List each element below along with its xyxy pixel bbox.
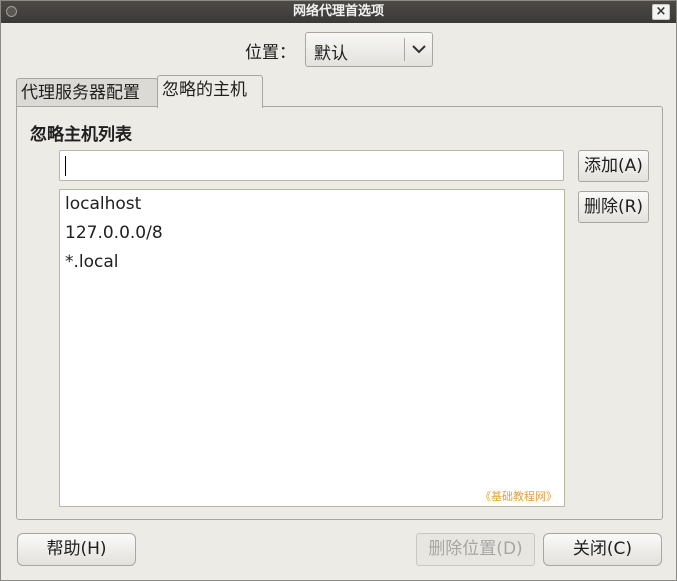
list-item[interactable]: *.local [65,252,119,272]
add-button-label: 添加(A) [584,156,643,176]
remove-button[interactable]: 删除(R) [578,191,649,223]
location-value: 默认 [314,44,348,64]
list-item[interactable]: localhost [65,194,141,214]
help-button[interactable]: 帮助(H) [17,533,136,566]
help-button-label: 帮助(H) [46,539,107,559]
section-title: 忽略主机列表 [30,125,132,145]
remove-button-label: 删除(R) [583,197,644,217]
window-menu-icon[interactable] [6,6,17,17]
delete-location-button: 删除位置(D) [416,533,535,566]
tab-label: 忽略的主机 [162,80,247,100]
close-button[interactable]: 关闭(C) [543,533,662,566]
delete-location-label: 删除位置(D) [428,539,523,559]
chevron-down-icon [412,45,426,54]
ignored-hosts-list[interactable]: localhost 127.0.0.0/8 *.local [59,189,565,507]
tab-ignored-hosts[interactable]: 忽略的主机 [157,75,263,108]
location-combo[interactable]: 默认 [305,32,433,67]
combo-separator [404,38,405,61]
network-proxy-window: 网络代理首选项 × 位置： 默认 代理服务器配置 忽略的主机 忽略主机列表 添加… [0,0,677,581]
list-item[interactable]: 127.0.0.0/8 [65,223,163,243]
window-title: 网络代理首选项 [292,4,384,19]
close-button-label: 关闭(C) [572,539,633,559]
watermark: 《基础教程网》 [480,490,557,503]
add-button[interactable]: 添加(A) [578,150,649,182]
host-input[interactable] [59,150,564,181]
text-caret [65,156,66,176]
titlebar: 网络代理首选项 × [1,1,676,23]
location-label: 位置： [245,43,296,63]
close-icon[interactable]: × [652,4,670,20]
tab-proxy-config[interactable]: 代理服务器配置 [16,78,158,108]
tab-label: 代理服务器配置 [21,83,140,103]
